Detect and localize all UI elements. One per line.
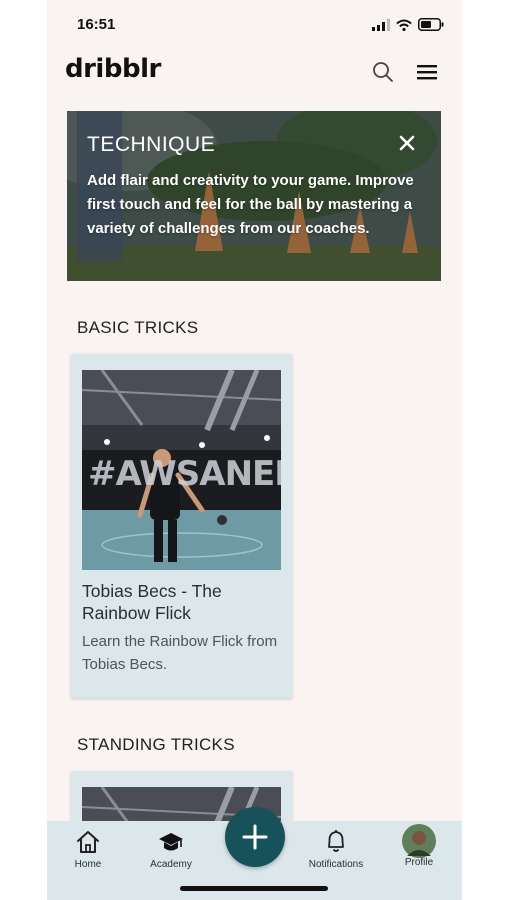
status-icons bbox=[372, 18, 444, 31]
close-icon[interactable] bbox=[397, 133, 417, 153]
banner-title: TECHNIQUE bbox=[87, 133, 216, 156]
banner-description: Add flair and creativity to your game. I… bbox=[87, 172, 414, 237]
avatar bbox=[402, 824, 436, 858]
trick-card[interactable]: #AWSANEN Tobias Becs - The Rainbow Flick… bbox=[71, 354, 292, 698]
search-icon[interactable] bbox=[372, 61, 394, 83]
status-time: 16:51 bbox=[77, 16, 116, 33]
add-button[interactable] bbox=[225, 807, 285, 867]
nav-home[interactable]: Home bbox=[53, 829, 123, 877]
app-screen: 16:51 dribblr TECHNIQUE Add flair and cr… bbox=[47, 0, 462, 900]
battery-icon bbox=[418, 18, 444, 31]
bell-icon bbox=[328, 830, 344, 852]
nav-label-profile: Profile bbox=[404, 857, 434, 868]
status-bar: 16:51 bbox=[47, 0, 462, 48]
hamburger-menu-icon[interactable] bbox=[416, 62, 438, 82]
card-title: Tobias Becs - The Rainbow Flick bbox=[82, 581, 222, 623]
card-description: Learn the Rainbow Flick from Tobias Becs… bbox=[82, 633, 278, 673]
section-title-standing-tricks: STANDING TRICKS bbox=[77, 735, 235, 754]
graduation-cap-icon bbox=[159, 833, 183, 851]
nav-label-academy: Academy bbox=[150, 859, 192, 870]
nav-label-home: Home bbox=[74, 859, 102, 870]
thumbnail-wall-text: #AWSANEN bbox=[88, 454, 281, 494]
card-thumbnail: #AWSANEN bbox=[82, 370, 281, 570]
technique-banner: TECHNIQUE Add flair and creativity to yo… bbox=[67, 111, 441, 281]
app-logo[interactable]: dribblr bbox=[65, 54, 161, 84]
home-indicator[interactable] bbox=[180, 886, 328, 891]
nav-label-notifications: Notifications bbox=[308, 859, 364, 870]
section-title-basic-tricks: BASIC TRICKS bbox=[77, 318, 199, 337]
plus-icon bbox=[242, 824, 268, 850]
nav-notifications[interactable]: Notifications bbox=[301, 829, 371, 877]
signal-icon bbox=[372, 18, 390, 31]
nav-academy[interactable]: Academy bbox=[136, 829, 206, 877]
nav-profile[interactable]: Profile bbox=[384, 824, 454, 877]
wifi-icon bbox=[396, 19, 412, 31]
home-icon bbox=[77, 831, 99, 853]
